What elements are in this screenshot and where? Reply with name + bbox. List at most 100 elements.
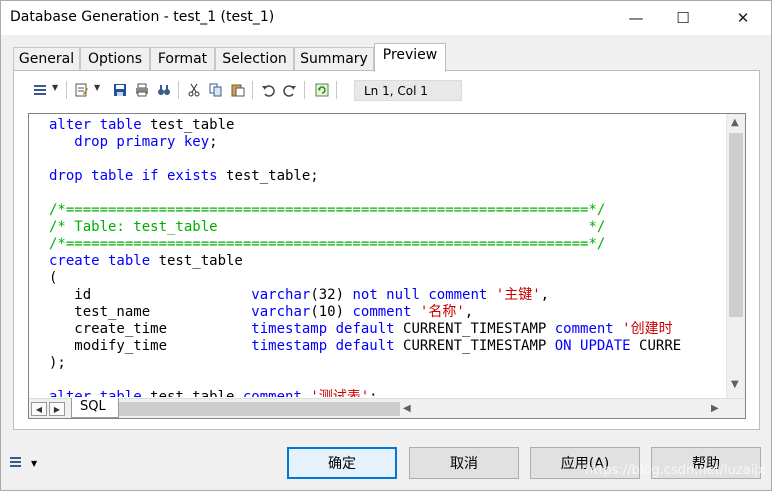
toolbar-separator xyxy=(336,81,337,99)
code-line[interactable] xyxy=(29,185,725,202)
cancel-button[interactable]: 取消 xyxy=(409,447,519,479)
code-token: CURRENT_TIMESTAMP xyxy=(403,321,555,337)
sql-editor[interactable]: alter table test_table drop primary key;… xyxy=(28,113,746,419)
find-icon[interactable] xyxy=(156,82,172,98)
close-button[interactable]: ✕ xyxy=(720,1,766,35)
options-menu-icon[interactable] xyxy=(9,455,25,471)
code-token: ON UPDATE xyxy=(554,338,640,354)
cut-icon[interactable] xyxy=(186,82,202,98)
code-line[interactable]: /*======================================… xyxy=(29,236,725,253)
tab-preview[interactable]: Preview xyxy=(374,43,446,72)
edit-menu-icon[interactable] xyxy=(74,82,90,98)
print-icon[interactable] xyxy=(134,82,150,98)
tab-general[interactable]: General xyxy=(13,47,80,71)
tab-format[interactable]: Format xyxy=(150,47,215,71)
vertical-scrollbar[interactable]: ▲ ▼ xyxy=(726,114,745,399)
code-token: test_table xyxy=(150,117,235,133)
code-line[interactable]: alter table test_table comment '测试表'; xyxy=(29,389,725,397)
undo-icon[interactable] xyxy=(260,82,276,98)
code-token: '测试表' xyxy=(310,389,370,397)
code-token: drop primary key xyxy=(49,134,210,150)
code-token: '主键' xyxy=(495,287,541,303)
toolbar-separator xyxy=(252,81,253,99)
database-generation-dialog: Database Generation - test_1 (test_1) — … xyxy=(0,0,772,491)
code-token: , xyxy=(464,304,474,320)
code-token: timestamp default xyxy=(251,338,404,354)
code-line[interactable]: ); xyxy=(29,355,725,372)
options-menu-dropdown-icon[interactable]: ▼ xyxy=(31,459,37,468)
code-token: test_table xyxy=(150,389,243,397)
maximize-button[interactable]: ☐ xyxy=(660,1,706,35)
code-token: test_table xyxy=(158,253,243,269)
code-token: (10) xyxy=(310,304,353,320)
code-token: , xyxy=(540,287,550,303)
code-token: /*======================================… xyxy=(49,202,606,218)
code-line[interactable]: test_name varchar(10) comment '名称', xyxy=(29,304,725,321)
script-menu-icon[interactable] xyxy=(32,82,48,98)
save-icon[interactable] xyxy=(112,82,128,98)
script-menu-dropdown-icon[interactable]: ▼ xyxy=(52,83,58,92)
code-token: /*======================================… xyxy=(49,236,606,252)
code-token: alter table xyxy=(49,389,151,397)
help-button[interactable]: 帮助 xyxy=(651,447,761,479)
scroll-right-icon[interactable]: ▶ xyxy=(711,403,719,414)
code-line[interactable]: drop primary key; xyxy=(29,134,725,151)
code-token: test_table; xyxy=(226,168,319,184)
code-token: test_name xyxy=(49,304,252,320)
preview-panel: ▼ ▼ Ln 1, Col 1 alter table test_table d… xyxy=(13,70,760,430)
code-token: timestamp default xyxy=(251,321,404,337)
code-token: comment xyxy=(352,304,420,320)
toolbar-separator xyxy=(178,81,179,99)
scroll-up-icon[interactable]: ▲ xyxy=(731,117,739,128)
code-token: varchar xyxy=(251,304,311,320)
code-token: drop table if exists xyxy=(49,168,227,184)
window-title: Database Generation - test_1 (test_1) xyxy=(10,9,275,25)
edit-menu-dropdown-icon[interactable]: ▼ xyxy=(94,83,100,92)
vertical-scroll-thumb[interactable] xyxy=(729,133,743,317)
code-line[interactable]: create_time timestamp default CURRENT_TI… xyxy=(29,321,725,338)
code-line[interactable] xyxy=(29,372,725,389)
code-token: ); xyxy=(49,355,66,371)
scroll-left-icon[interactable]: ◀ xyxy=(403,403,411,414)
code-line[interactable]: drop table if exists test_table; xyxy=(29,168,725,185)
code-token: not null comment xyxy=(352,287,496,303)
code-token: CURRE xyxy=(639,338,682,354)
code-line[interactable]: id varchar(32) not null comment '主键', xyxy=(29,287,725,304)
code-line[interactable]: create table test_table xyxy=(29,253,725,270)
tab-options[interactable]: Options xyxy=(80,47,150,71)
code-line[interactable]: /*======================================… xyxy=(29,202,725,219)
code-token: create table xyxy=(49,253,159,269)
scroll-down-icon[interactable]: ▼ xyxy=(731,379,739,390)
code-line[interactable]: ( xyxy=(29,270,725,287)
tab-nav-right-icon[interactable]: ▶ xyxy=(49,402,65,416)
tab-selection[interactable]: Selection xyxy=(215,47,294,71)
code-line[interactable]: /* Table: test_table */ xyxy=(29,219,725,236)
refresh-icon[interactable] xyxy=(314,82,330,98)
code-token: alter table xyxy=(49,117,151,133)
sql-tab[interactable]: SQL xyxy=(71,398,119,418)
code-token: varchar xyxy=(251,287,311,303)
code-token: ( xyxy=(49,270,58,286)
redo-icon[interactable] xyxy=(282,82,298,98)
code-token: id xyxy=(49,287,252,303)
minimize-button[interactable]: — xyxy=(613,1,659,35)
code-token: '创建时 xyxy=(622,321,673,337)
code-line[interactable]: alter table test_table xyxy=(29,117,725,134)
code-line[interactable]: modify_time timestamp default CURRENT_TI… xyxy=(29,338,725,355)
horizontal-scroll-thumb[interactable] xyxy=(119,402,400,416)
code-token: CURRENT_TIMESTAMP xyxy=(403,338,555,354)
code-token: comment xyxy=(554,321,623,337)
code-token: '名称' xyxy=(419,304,465,320)
code-token: (32) xyxy=(310,287,353,303)
ok-button[interactable]: 确定 xyxy=(287,447,397,479)
copy-icon[interactable] xyxy=(208,82,224,98)
paste-icon[interactable] xyxy=(230,82,246,98)
code-line[interactable] xyxy=(29,151,725,168)
code-text[interactable]: alter table test_table drop primary key;… xyxy=(29,117,725,397)
code-token: comment xyxy=(242,389,311,397)
tab-summary[interactable]: Summary xyxy=(294,47,374,71)
toolbar-separator xyxy=(304,81,305,99)
title-bar: Database Generation - test_1 (test_1) — … xyxy=(1,1,771,35)
tab-nav-left-icon[interactable]: ◀ xyxy=(31,402,47,416)
apply-button[interactable]: 应用(A) xyxy=(530,447,640,479)
